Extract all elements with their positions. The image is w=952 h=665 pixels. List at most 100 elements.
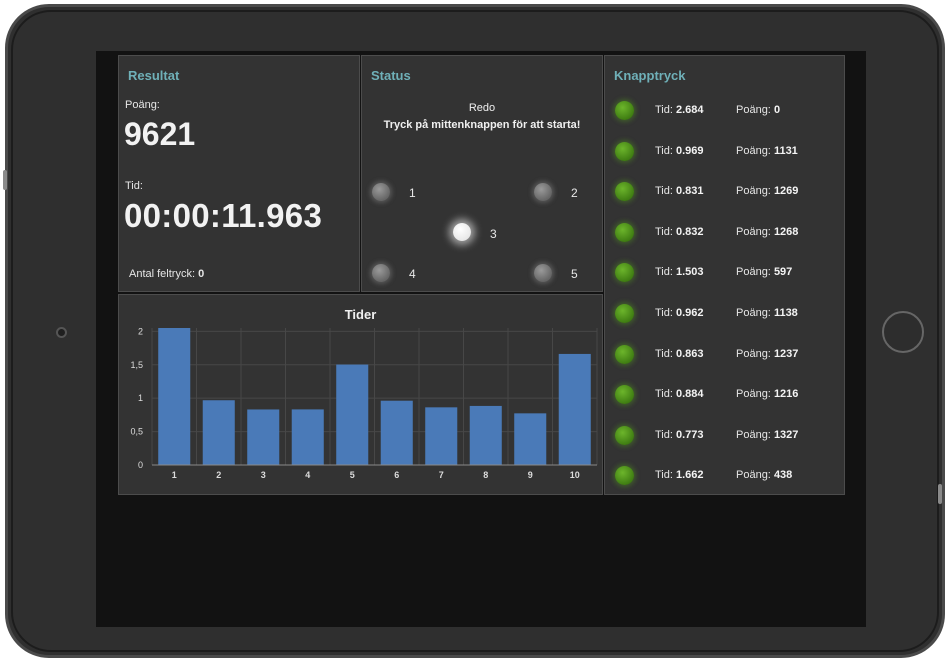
side-button xyxy=(3,170,7,190)
bar xyxy=(425,407,458,465)
press-time-value: 0.969 xyxy=(676,144,704,157)
press-points: Poäng: 1131 xyxy=(736,145,798,157)
press-led-icon xyxy=(615,101,634,120)
press-points: Poäng: 1237 xyxy=(736,348,798,360)
press-time: Tid: 1.662 xyxy=(655,469,704,481)
press-led-icon xyxy=(615,141,634,161)
press-row: Tid: 1.662 Poäng: 438 xyxy=(613,465,838,487)
button-3-led[interactable] xyxy=(453,223,471,241)
button-3-label: 3 xyxy=(490,227,497,241)
press-points-label: Poäng: xyxy=(736,144,771,157)
press-points-value: 1327 xyxy=(773,428,799,441)
errors-line: Antal feltryck: 0 xyxy=(129,268,204,280)
press-time: Tid: 0.832 xyxy=(655,226,704,238)
home-button[interactable] xyxy=(882,311,924,353)
press-points-label: Poäng: xyxy=(736,225,771,238)
errors-label: Antal feltryck: xyxy=(129,268,196,280)
press-time-value: 1.662 xyxy=(676,469,704,482)
press-led-icon xyxy=(615,425,634,445)
result-panel: Resultat Poäng: 9621 Tid: 00:00:11.963 A… xyxy=(118,55,360,292)
bar xyxy=(380,400,413,465)
bar xyxy=(558,353,591,465)
press-points-label: Poäng: xyxy=(736,428,771,441)
press-time-value: 0.832 xyxy=(676,225,704,238)
press-points: Poäng: 597 xyxy=(736,266,792,278)
press-points-value: 1131 xyxy=(773,144,798,157)
button-4-led[interactable] xyxy=(372,264,390,282)
button-4-label: 4 xyxy=(409,267,416,281)
y-tick-label: 2 xyxy=(138,326,143,336)
press-time: Tid: 0.969 xyxy=(655,145,704,157)
press-time-label: Tid: xyxy=(655,307,673,319)
status-message: Tryck på mittenknappen för att starta! xyxy=(383,119,581,131)
y-tick-label: 0,5 xyxy=(130,427,143,437)
press-points: Poäng: 1268 xyxy=(736,226,798,238)
press-points: Poäng: 438 xyxy=(736,469,792,481)
press-led-icon xyxy=(615,182,634,202)
times-chart-panel: 0 0,5 1 1,5 2 1 2 3 4 5 6 7 8 9 10 Tider xyxy=(118,294,603,495)
press-points-label: Poäng: xyxy=(736,347,771,360)
y-tick-label: 1 xyxy=(138,393,143,403)
bar xyxy=(336,364,369,465)
press-points: Poäng: 0 xyxy=(736,104,780,116)
presses-panel: Knapptryck Tid: 2.684 Poäng: 0 Tid: 0.969 P… xyxy=(604,55,845,495)
press-time-label: Tid: xyxy=(655,144,673,157)
x-tick-label: 4 xyxy=(305,470,310,480)
press-time-label: Tid: xyxy=(655,428,673,441)
press-points-value: 1237 xyxy=(773,347,799,360)
press-time-value: 0.863 xyxy=(676,347,704,360)
press-time: Tid: 0.962 xyxy=(655,307,704,319)
bar xyxy=(514,413,547,465)
press-led-icon xyxy=(615,385,634,405)
press-points-label: Poäng: xyxy=(736,104,771,116)
press-time-value: 0.831 xyxy=(676,185,704,198)
x-tick-label: 8 xyxy=(483,470,488,480)
bar xyxy=(469,405,502,465)
x-tick-label: 5 xyxy=(350,470,355,480)
status-panel: Status Redo Tryck på mittenknappen för a… xyxy=(361,55,603,292)
x-tick-label: 7 xyxy=(439,470,444,480)
status-state: Redo xyxy=(468,102,496,114)
bar xyxy=(158,328,191,465)
press-points-value: 438 xyxy=(773,469,793,482)
press-row: Tid: 0.831 Poäng: 1269 xyxy=(613,181,838,203)
button-5-led[interactable] xyxy=(534,264,552,282)
button-2-label: 2 xyxy=(571,186,578,200)
status-title: Status xyxy=(371,68,411,83)
press-row: Tid: 2.684 Poäng: 0 xyxy=(613,100,838,122)
press-points-value: 1268 xyxy=(773,225,799,238)
press-points: Poäng: 1327 xyxy=(736,429,798,441)
press-points-value: 1269 xyxy=(773,185,799,198)
x-tick-label: 6 xyxy=(394,470,399,480)
press-row: Tid: 0.884 Poäng: 1216 xyxy=(613,384,838,406)
bar xyxy=(202,400,235,465)
press-time-label: Tid: xyxy=(655,225,673,238)
volume-button xyxy=(938,484,942,504)
times-chart: 0 0,5 1 1,5 2 1 2 3 4 5 6 7 8 9 10 xyxy=(130,326,598,480)
camera-icon xyxy=(56,327,67,338)
press-time-value: 0.962 xyxy=(676,307,704,319)
y-tick-label: 0 xyxy=(138,460,143,470)
bar xyxy=(247,409,280,465)
press-points-label: Poäng: xyxy=(736,469,771,482)
press-time: Tid: 1.503 xyxy=(655,266,704,278)
button-1-led[interactable] xyxy=(372,183,390,201)
press-led-icon xyxy=(615,263,634,283)
press-led-icon xyxy=(615,304,634,323)
press-time-value: 2.684 xyxy=(676,104,704,116)
press-time-label: Tid: xyxy=(655,388,673,401)
errors-value: 0 xyxy=(198,268,205,280)
score-label: Poäng: xyxy=(125,99,160,111)
screen: Resultat Poäng: 9621 Tid: 00:00:11.963 A… xyxy=(96,51,866,627)
press-time-label: Tid: xyxy=(655,185,673,198)
press-led-icon xyxy=(615,344,634,364)
press-led-icon xyxy=(615,222,634,242)
tablet-frame: Resultat Poäng: 9621 Tid: 00:00:11.963 A… xyxy=(5,4,945,658)
press-points-label: Poäng: xyxy=(736,307,771,319)
button-2-led[interactable] xyxy=(534,183,552,201)
button-1-label: 1 xyxy=(409,186,416,200)
press-time: Tid: 0.773 xyxy=(655,429,704,441)
press-time-value: 0.884 xyxy=(676,388,704,401)
press-points-label: Poäng: xyxy=(736,266,771,279)
press-row: Tid: 0.773 Poäng: 1327 xyxy=(613,425,838,447)
